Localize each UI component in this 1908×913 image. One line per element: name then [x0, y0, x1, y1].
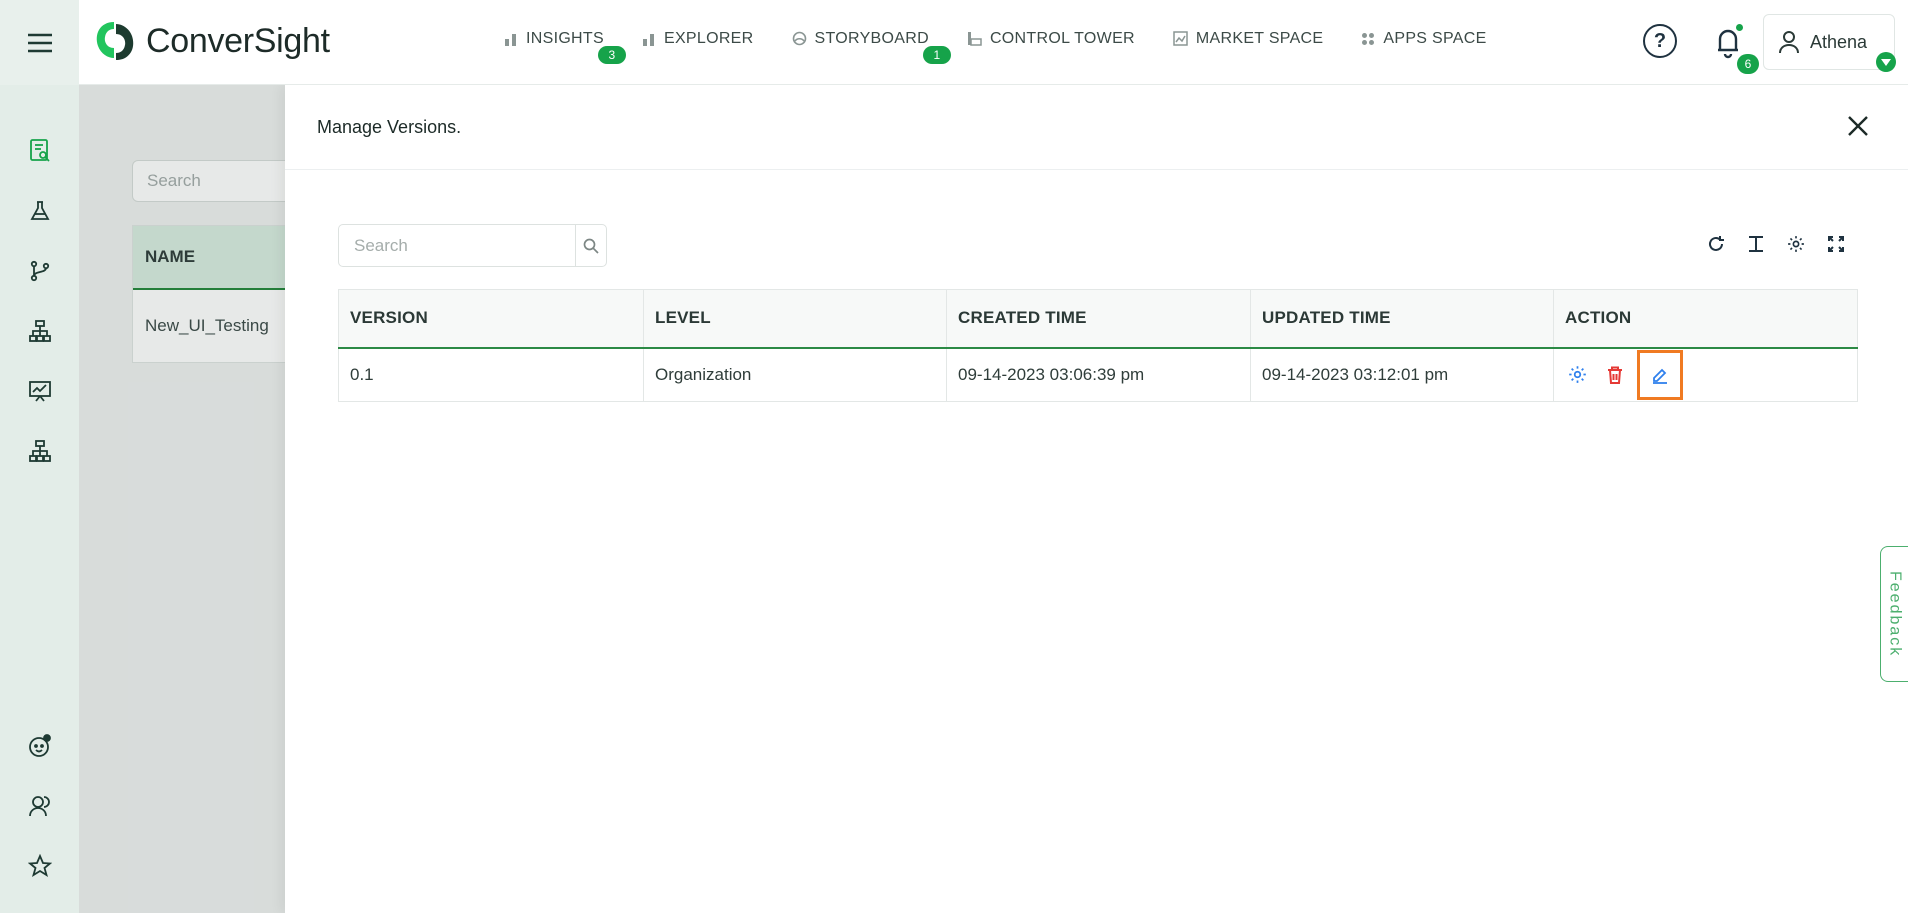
feedback-tab[interactable]: Feedback [1880, 546, 1908, 682]
main-nav: INSIGHTS 3 EXPLORER STORYBOARD 1 CONTROL… [504, 0, 1525, 85]
user-icon [1779, 31, 1799, 54]
gear-icon [1568, 366, 1586, 384]
market-space-icon [1173, 31, 1188, 46]
column-version[interactable]: VERSION [338, 289, 644, 349]
column-created-time[interactable]: CREATED TIME [946, 289, 1251, 349]
versions-search-input[interactable] [339, 225, 575, 266]
table-header-row: VERSION LEVEL CREATED TIME UPDATED TIME … [338, 289, 1858, 349]
nav-insights-label: INSIGHTS [526, 29, 604, 47]
manage-versions-drawer: Manage Versions. VERSION LEVEL CREAT [285, 85, 1908, 913]
sidebar-users-icon[interactable] [27, 793, 53, 819]
apps-grid-icon [1362, 32, 1375, 45]
nav-market-space[interactable]: MARKET SPACE [1173, 30, 1323, 48]
nav-control-tower-label: CONTROL TOWER [989, 29, 1135, 47]
nav-apps-space[interactable]: APPS SPACE [1361, 30, 1486, 48]
edit-version-button[interactable] [1637, 349, 1683, 400]
sidebar-star-icon[interactable] [27, 853, 53, 879]
sidebar-hierarchy-icon[interactable] [27, 318, 53, 344]
cell-actions [1554, 348, 1858, 402]
nav-storyboard[interactable]: STORYBOARD 1 [792, 29, 951, 64]
version-settings-button[interactable] [1565, 363, 1589, 387]
close-button[interactable] [1843, 111, 1873, 141]
cell-level: Organization [643, 347, 947, 402]
search-icon [583, 238, 599, 254]
row-actions [1565, 349, 1857, 400]
notification-count: 6 [1737, 54, 1759, 74]
column-action: ACTION [1553, 289, 1858, 349]
sidebar-presentation-icon[interactable] [27, 378, 53, 404]
text-height-icon [1749, 236, 1763, 252]
control-tower-icon [967, 32, 982, 46]
nav-storyboard-badge: 1 [922, 45, 951, 64]
cell-updated-time: 09-14-2023 03:12:01 pm [1250, 347, 1554, 402]
nav-explorer[interactable]: EXPLORER [642, 30, 754, 48]
bar-chart-icon [642, 33, 654, 46]
drawer-header: Manage Versions. [285, 85, 1908, 170]
feedback-label: Feedback [1886, 570, 1904, 658]
gear-icon [1788, 236, 1804, 252]
sidebar-org-chart-icon[interactable] [27, 438, 53, 464]
sidebar-bot-icon[interactable] [27, 733, 53, 759]
storyboard-icon [792, 31, 806, 46]
nav-insights[interactable]: INSIGHTS 3 [504, 29, 626, 64]
bar-chart-icon [505, 33, 516, 46]
menu-button[interactable] [0, 0, 79, 85]
help-icon[interactable]: ? [1643, 24, 1677, 58]
fullscreen-icon [1828, 236, 1844, 252]
nav-apps-space-label: APPS SPACE [1383, 29, 1487, 47]
table-toolbar [1705, 233, 1847, 255]
hamburger-icon [27, 33, 52, 52]
refresh-button[interactable] [1705, 233, 1727, 255]
drawer-title: Manage Versions. [317, 117, 462, 137]
brand-name: ConverSight [146, 21, 330, 60]
notification-dot [1736, 24, 1743, 31]
versions-table: VERSION LEVEL CREATED TIME UPDATED TIME … [338, 289, 1858, 402]
nav-insights-badge: 3 [597, 45, 626, 64]
delete-version-button[interactable] [1603, 363, 1627, 387]
brand-logo[interactable]: ConverSight [92, 18, 330, 64]
nav-control-tower[interactable]: CONTROL TOWER [967, 30, 1135, 48]
search-button[interactable] [575, 225, 606, 266]
pencil-icon [1653, 368, 1667, 384]
column-height-button[interactable] [1745, 233, 1767, 255]
versions-search [338, 224, 607, 267]
sidebar-document-icon[interactable] [27, 138, 53, 164]
user-name: Athena [1810, 31, 1868, 52]
sidebar-flask-icon[interactable] [27, 198, 53, 224]
close-icon [1848, 116, 1868, 136]
cell-version: 0.1 [338, 347, 644, 402]
nav-storyboard-label: STORYBOARD [814, 29, 929, 47]
chevron-down-icon[interactable] [1876, 52, 1896, 72]
left-sidebar [0, 85, 79, 913]
table-row: 0.1 Organization 09-14-2023 03:06:39 pm … [338, 347, 1858, 402]
refresh-icon [1709, 236, 1724, 251]
trash-icon [1608, 366, 1622, 384]
column-level[interactable]: LEVEL [643, 289, 947, 349]
table-settings-button[interactable] [1785, 233, 1807, 255]
sidebar-branch-icon[interactable] [27, 258, 53, 284]
nav-explorer-label: EXPLORER [663, 29, 754, 47]
cell-created-time: 09-14-2023 03:06:39 pm [946, 347, 1251, 402]
fullscreen-button[interactable] [1825, 233, 1847, 255]
conversight-logo-icon [96, 22, 134, 60]
nav-market-space-label: MARKET SPACE [1195, 29, 1324, 47]
top-bar: ConverSight INSIGHTS 3 EXPLORER STORYBOA… [0, 0, 1908, 85]
column-updated-time[interactable]: UPDATED TIME [1250, 289, 1554, 349]
